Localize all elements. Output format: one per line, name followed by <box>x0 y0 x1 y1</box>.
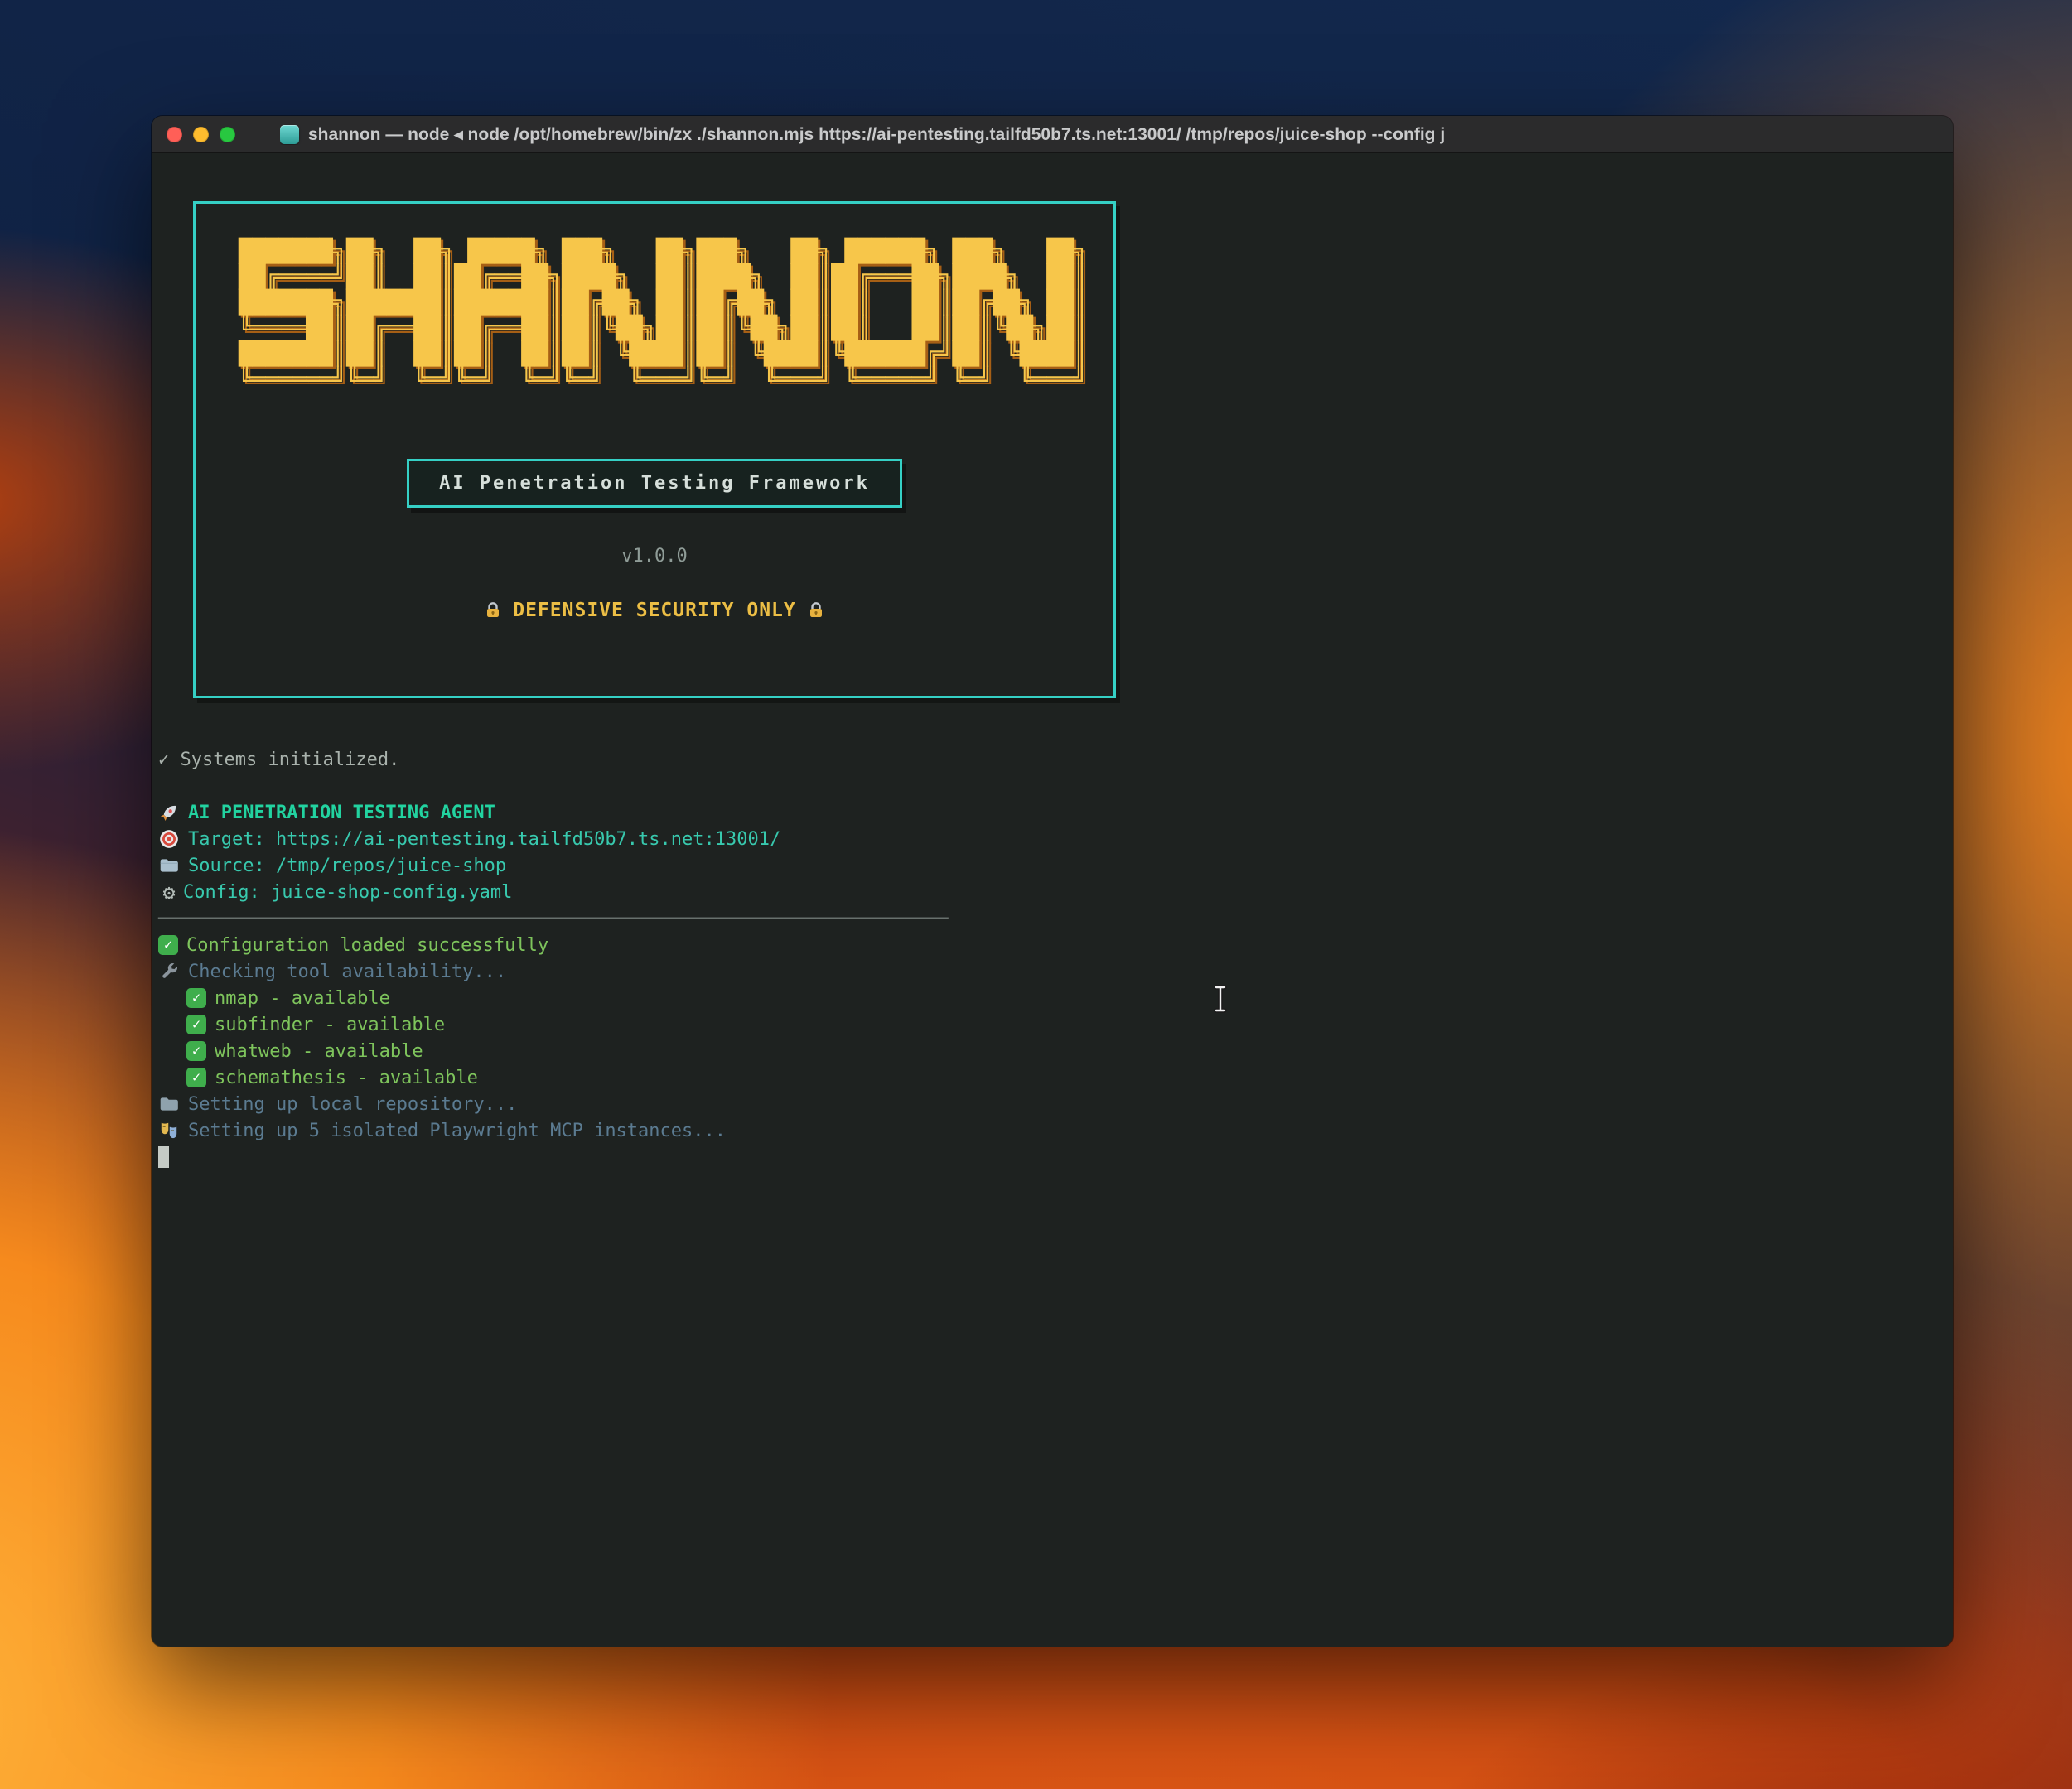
folder-icon <box>158 1093 180 1115</box>
log-divider: ────────────────────────────────────────… <box>158 905 1944 932</box>
source-text: Source: /tmp/repos/juice-shop <box>188 856 506 876</box>
security-notice: DEFENSIVE SECURITY ONLY <box>196 600 1113 621</box>
log-line-playwright-setup: Setting up 5 isolated Playwright MCP ins… <box>158 1117 1944 1144</box>
lock-icon <box>483 600 503 620</box>
banner-box: ███████╗██╗ ██╗ █████╗ ███╗ ██╗███╗ ██╗ … <box>193 201 1116 698</box>
ascii-logo: ███████╗██╗ ██╗ █████╗ ███╗ ██╗███╗ ██╗ … <box>239 239 1113 393</box>
window-title: shannon — node ◂ node /opt/homebrew/bin/… <box>308 124 1445 145</box>
log-line-config: Config: juice-shop-config.yaml <box>158 879 1944 905</box>
version-label: v1.0.0 <box>196 546 1113 567</box>
desktop: { "window": { "titlebar": { "title": "sh… <box>0 0 2072 1789</box>
log-line-source: Source: /tmp/repos/juice-shop <box>158 852 1944 879</box>
log-line-target: Target: https://ai-pentesting.tailfd50b7… <box>158 826 1944 852</box>
log-line-config-loaded: Configuration loaded successfully <box>158 932 1944 958</box>
terminal-window: shannon — node ◂ node /opt/homebrew/bin/… <box>152 116 1953 1647</box>
log-line-repo-setup: Setting up local repository... <box>158 1091 1944 1117</box>
tool-nmap-text: nmap - available <box>215 988 390 1009</box>
terminal-cursor <box>158 1146 169 1168</box>
terminal-proxy-icon <box>280 125 299 144</box>
log-line-systems-initialized: ✓ Systems initialized. <box>158 746 1944 773</box>
prompt-line <box>158 1144 1944 1170</box>
log-line-tool-nmap: nmap - available <box>158 985 1944 1011</box>
systems-initialized-text: ✓ Systems initialized. <box>158 750 399 770</box>
log-line-agent-header: AI PENETRATION TESTING AGENT <box>158 799 1944 826</box>
rocket-icon <box>158 802 180 823</box>
log-line-tool-schemathesis: schemathesis - available <box>158 1064 1944 1091</box>
mouse-text-cursor <box>1211 984 1229 1014</box>
lock-icon <box>806 600 826 620</box>
security-notice-text: DEFENSIVE SECURITY ONLY <box>513 600 796 621</box>
check-badge-icon <box>186 1041 206 1061</box>
tool-subfinder-text: subfinder - available <box>215 1015 445 1035</box>
folder-icon <box>158 855 180 876</box>
wrench-icon <box>158 961 180 982</box>
masks-icon <box>158 1120 180 1141</box>
check-badge-icon <box>186 988 206 1008</box>
close-button[interactable] <box>167 127 182 142</box>
target-icon <box>158 828 180 850</box>
log-line-tool-subfinder: subfinder - available <box>158 1011 1944 1038</box>
log-line-tool-whatweb: whatweb - available <box>158 1038 1944 1064</box>
minimize-button[interactable] <box>193 127 209 142</box>
check-badge-icon <box>158 935 178 955</box>
check-badge-icon <box>186 1015 206 1034</box>
titlebar-title-area: shannon — node ◂ node /opt/homebrew/bin/… <box>280 124 1938 145</box>
checking-tools-text: Checking tool availability... <box>188 962 506 982</box>
config-text: Config: juice-shop-config.yaml <box>183 882 512 903</box>
target-text: Target: https://ai-pentesting.tailfd50b7… <box>188 829 780 850</box>
gear-icon <box>158 881 180 903</box>
tool-whatweb-text: whatweb - available <box>215 1041 423 1062</box>
terminal-content[interactable]: ███████╗██╗ ██╗ █████╗ ███╗ ██╗███╗ ██╗ … <box>152 153 1953 1647</box>
framework-label: AI Penetration Testing Framework <box>407 459 902 508</box>
window-titlebar[interactable]: shannon — node ◂ node /opt/homebrew/bin/… <box>152 116 1953 153</box>
divider-text: ────────────────────────────────────────… <box>158 909 949 929</box>
zoom-button[interactable] <box>220 127 235 142</box>
check-badge-icon <box>186 1068 206 1087</box>
log-line-checking-tools: Checking tool availability... <box>158 958 1944 985</box>
tool-schemathesis-text: schemathesis - available <box>215 1068 478 1088</box>
repo-setup-text: Setting up local repository... <box>188 1094 517 1115</box>
playwright-setup-text: Setting up 5 isolated Playwright MCP ins… <box>188 1121 726 1141</box>
traffic-lights <box>167 127 235 142</box>
agent-header-text: AI PENETRATION TESTING AGENT <box>188 803 495 823</box>
config-loaded-text: Configuration loaded successfully <box>186 935 548 956</box>
